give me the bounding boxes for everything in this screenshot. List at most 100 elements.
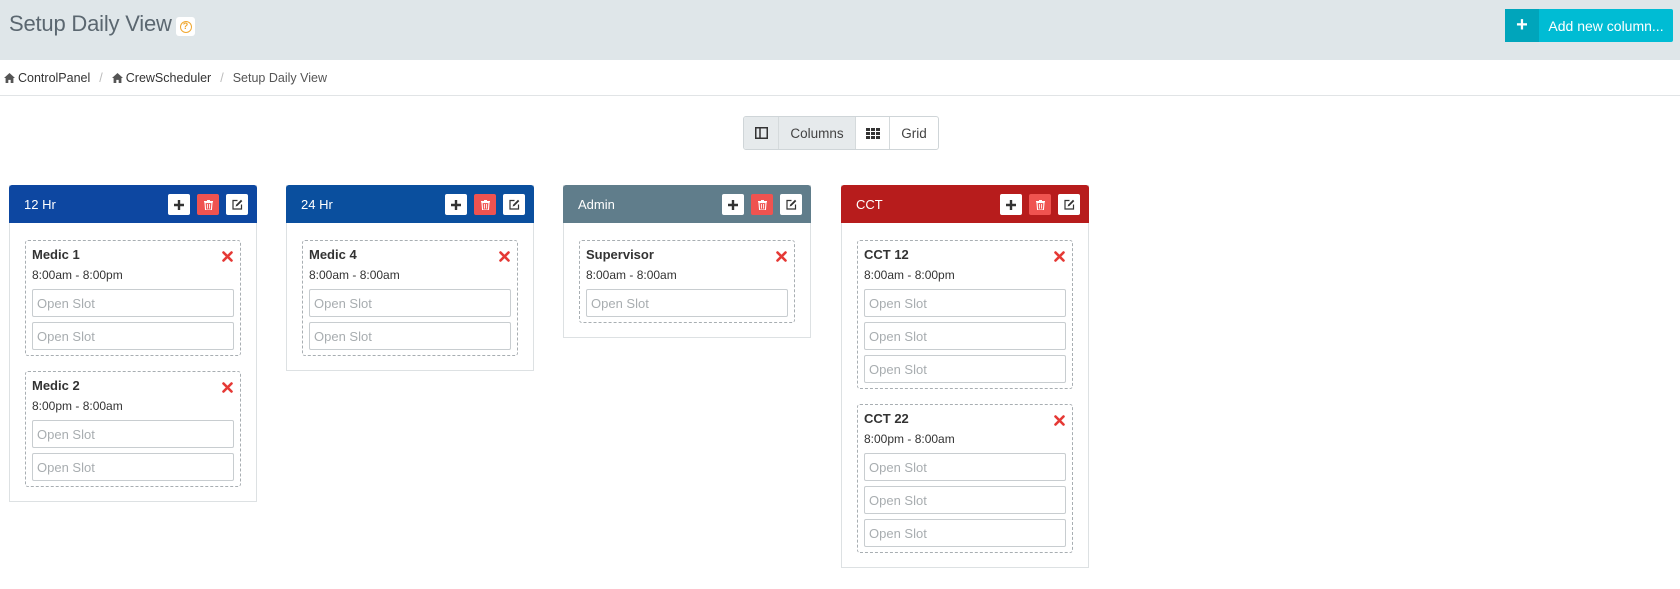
column-title: 24 Hr	[301, 196, 333, 212]
open-slot[interactable]: Open Slot	[864, 289, 1066, 317]
trash-icon	[203, 199, 213, 210]
add-shift-button[interactable]	[1000, 194, 1022, 215]
trash-icon	[480, 199, 490, 210]
shift-name: Medic 1	[32, 247, 80, 262]
edit-icon	[785, 199, 797, 210]
column-header: CCT	[841, 185, 1089, 223]
shift-time: 8:00pm - 8:00am	[864, 432, 955, 446]
add-shift-button[interactable]	[722, 194, 744, 215]
open-slot[interactable]: Open Slot	[586, 289, 788, 317]
shift-name: Medic 2	[32, 378, 80, 393]
edit-column-button[interactable]	[226, 194, 248, 215]
shift-card: Medic 1 8:00am - 8:00pm Open Slot Open Slot	[25, 240, 241, 356]
remove-shift-icon[interactable]	[1054, 250, 1065, 262]
help-button[interactable]: ?	[176, 17, 195, 36]
remove-shift-icon[interactable]	[222, 381, 233, 393]
page-title: Setup Daily View	[9, 11, 172, 36]
add-new-column-label: Add new column...	[1548, 17, 1664, 34]
shift-time: 8:00am - 8:00am	[586, 268, 677, 282]
delete-column-button[interactable]	[751, 194, 773, 215]
shift-time: 8:00am - 8:00am	[309, 268, 400, 282]
shift-card: CCT 22 8:00pm - 8:00am Open Slot Open Slot O…	[857, 404, 1073, 553]
open-slot[interactable]: Open Slot	[32, 289, 234, 317]
open-slot[interactable]: Open Slot	[309, 322, 511, 350]
delete-column-button[interactable]	[474, 194, 496, 215]
open-slot[interactable]: Open Slot	[32, 453, 234, 481]
open-slot[interactable]: Open Slot	[864, 519, 1066, 547]
plus-icon: +	[1505, 9, 1539, 42]
delete-column-button[interactable]	[1029, 194, 1051, 215]
trash-icon	[757, 199, 767, 210]
column-cct: CCT CCT 12 8:00am - 8:00pm Open Slot Open Sl…	[841, 185, 1089, 568]
open-slot[interactable]: Open Slot	[309, 289, 511, 317]
columns-view-button[interactable]: Columns	[778, 117, 855, 149]
open-slot[interactable]: Open Slot	[32, 420, 234, 448]
add-shift-button[interactable]	[168, 194, 190, 215]
add-new-column-button[interactable]: + Add new column...	[1505, 9, 1673, 42]
trash-icon	[1035, 199, 1045, 210]
columns-view-icon-button[interactable]	[744, 117, 778, 149]
grid-view-button[interactable]: Grid	[889, 117, 938, 149]
plus-icon	[451, 199, 461, 210]
shift-name: Supervisor	[586, 247, 654, 262]
grid-view-icon-button[interactable]	[855, 117, 889, 149]
plus-icon	[1006, 199, 1016, 210]
column-title: CCT	[856, 196, 883, 212]
edit-icon	[231, 199, 243, 210]
edit-column-button[interactable]	[503, 194, 525, 215]
view-toggle: Columns Grid	[743, 116, 939, 150]
page-header: Setup Daily View ? + Add new column...	[0, 0, 1680, 60]
remove-shift-icon[interactable]	[1054, 414, 1065, 426]
column-12-hr: 12 Hr Medic 1 8:00am - 8:00pm Open Slot Open…	[9, 185, 257, 502]
shift-name: Medic 4	[309, 247, 357, 262]
open-slot[interactable]: Open Slot	[32, 322, 234, 350]
shift-card: Medic 4 8:00am - 8:00am Open Slot Open Slot	[302, 240, 518, 356]
breadcrumb-separator: /	[220, 71, 224, 85]
question-circle-icon: ?	[179, 20, 192, 33]
column-actions	[168, 194, 248, 215]
shift-time: 8:00am - 8:00pm	[32, 268, 123, 282]
shift-name: CCT 12	[864, 247, 909, 262]
open-slot[interactable]: Open Slot	[864, 486, 1066, 514]
column-body: CCT 12 8:00am - 8:00pm Open Slot Open Slot O…	[842, 223, 1088, 567]
column-header: 24 Hr	[286, 185, 534, 223]
columns-icon	[754, 127, 768, 139]
shift-name: CCT 22	[864, 411, 909, 426]
shift-card: Medic 2 8:00pm - 8:00am Open Slot Open Slot	[25, 371, 241, 487]
edit-icon	[508, 199, 520, 210]
shift-card: Supervisor 8:00am - 8:00am Open Slot	[579, 240, 795, 323]
remove-shift-icon[interactable]	[222, 250, 233, 262]
breadcrumb-separator: /	[99, 71, 103, 85]
column-body: Supervisor 8:00am - 8:00am Open Slot	[564, 223, 810, 337]
column-admin: Admin Supervisor 8:00am - 8:00am Open Slot	[563, 185, 811, 338]
remove-shift-icon[interactable]	[776, 250, 787, 262]
open-slot[interactable]: Open Slot	[864, 322, 1066, 350]
column-actions	[1000, 194, 1080, 215]
breadcrumb-item-current: Setup Daily View	[232, 71, 327, 85]
open-slot[interactable]: Open Slot	[864, 355, 1066, 383]
edit-column-button[interactable]	[780, 194, 802, 215]
shift-time: 8:00am - 8:00pm	[864, 268, 955, 282]
remove-shift-icon[interactable]	[499, 250, 510, 262]
column-body: Medic 1 8:00am - 8:00pm Open Slot Open Slot…	[10, 223, 256, 501]
column-title: 12 Hr	[24, 196, 56, 212]
open-slot[interactable]: Open Slot	[864, 453, 1066, 481]
column-title: Admin	[578, 196, 615, 212]
shift-card: CCT 12 8:00am - 8:00pm Open Slot Open Slot O…	[857, 240, 1073, 389]
column-actions	[445, 194, 525, 215]
breadcrumb-item-crewscheduler[interactable]: CrewScheduler	[111, 71, 211, 85]
breadcrumb-label: ControlPanel	[18, 71, 91, 85]
breadcrumb: ControlPanel / CrewScheduler / Setup Dai…	[4, 70, 327, 86]
delete-column-button[interactable]	[197, 194, 219, 215]
add-shift-button[interactable]	[445, 194, 467, 215]
edit-icon	[1063, 199, 1075, 210]
column-header: Admin	[563, 185, 811, 223]
shift-time: 8:00pm - 8:00am	[32, 399, 123, 413]
edit-column-button[interactable]	[1058, 194, 1080, 215]
column-24-hr: 24 Hr Medic 4 8:00am - 8:00am Open Slot Open…	[286, 185, 534, 371]
home-icon	[111, 73, 123, 83]
plus-icon	[728, 199, 738, 210]
grid-icon	[865, 127, 880, 139]
breadcrumb-item-controlpanel[interactable]: ControlPanel	[4, 71, 90, 85]
column-body: Medic 4 8:00am - 8:00am Open Slot Open Slot	[287, 223, 533, 370]
